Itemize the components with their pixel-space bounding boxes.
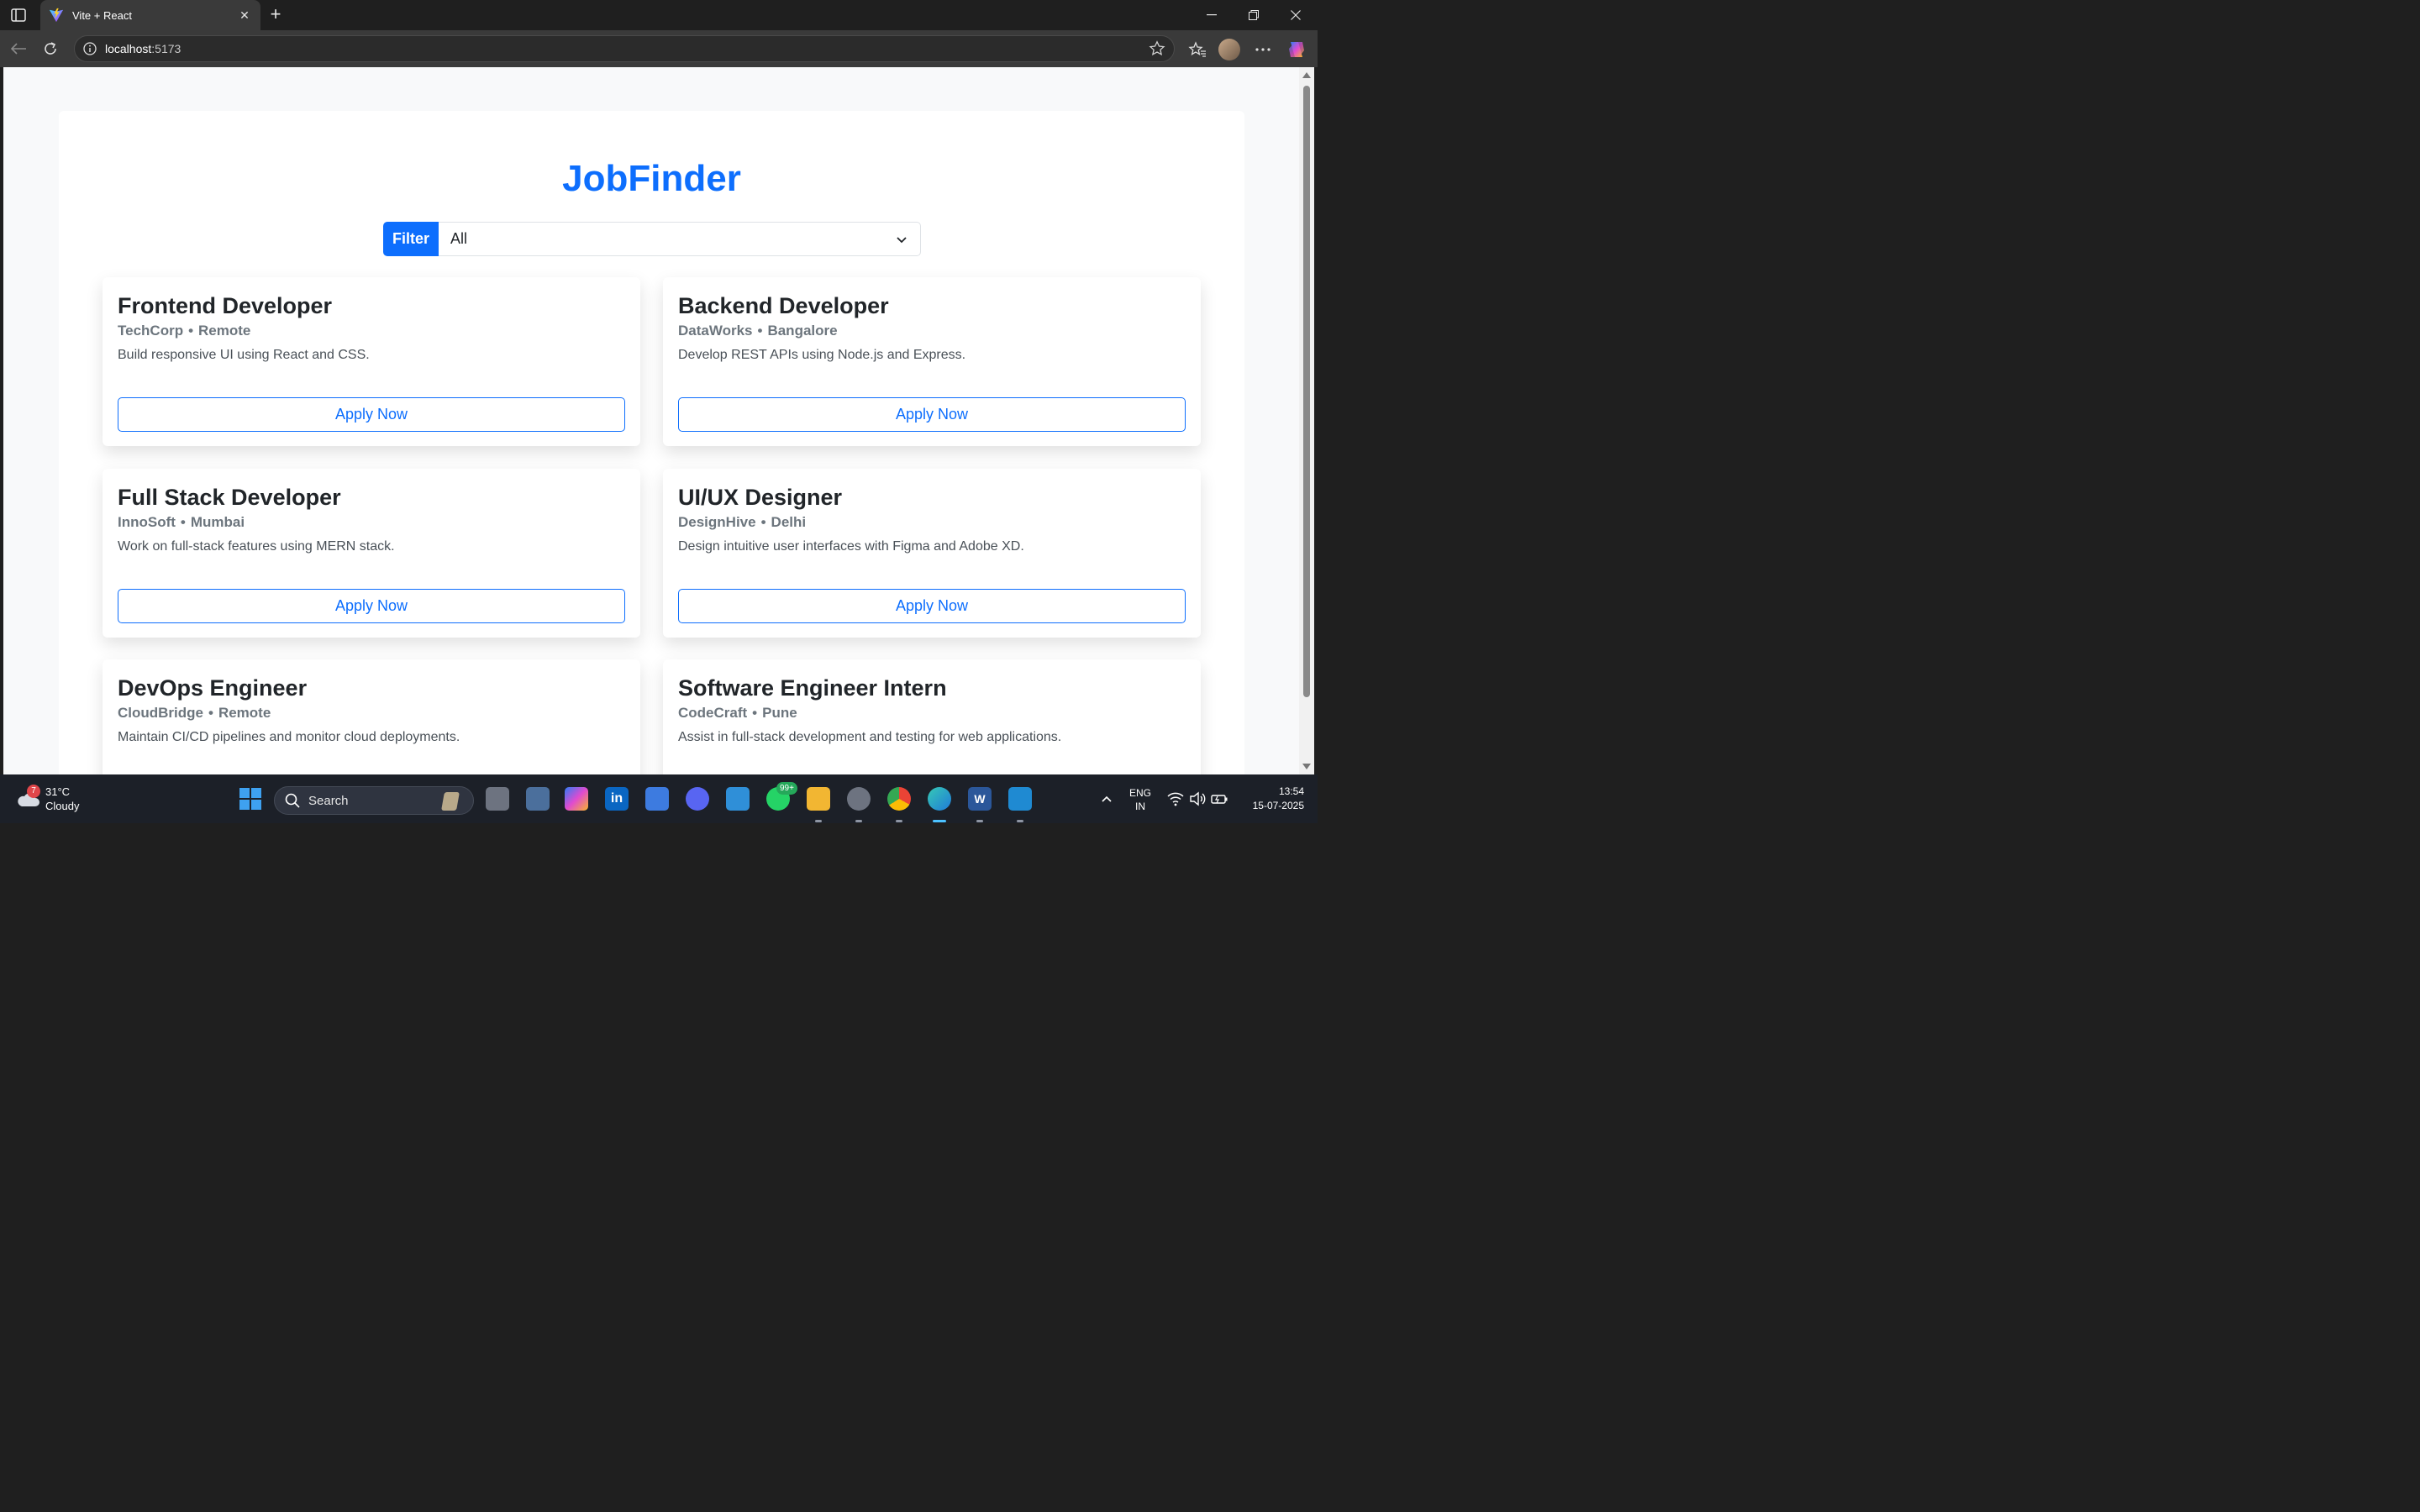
apply-now-button[interactable]: Apply Now <box>118 589 625 623</box>
clock-time: 13:54 <box>1278 785 1304 797</box>
job-description: Design intuitive user interfaces with Fi… <box>678 539 1024 554</box>
volume-icon[interactable] <box>1188 790 1207 808</box>
file-explorer-icon[interactable] <box>807 787 830 811</box>
chevron-down-icon <box>897 237 907 244</box>
browser-titlebar: Vite + React ✕ + <box>0 0 1318 30</box>
edge-icon[interactable] <box>928 787 951 811</box>
copilot-app-icon[interactable] <box>565 787 588 811</box>
page-title: JobFinder <box>562 158 741 199</box>
job-description: Maintain CI/CD pipelines and monitor clo… <box>118 730 460 744</box>
job-card: DevOps Engineer CloudBridge • Remote Maint… <box>103 659 640 774</box>
apply-now-button[interactable]: Apply Now <box>678 589 1186 623</box>
chrome-icon[interactable] <box>887 787 911 811</box>
taskbar-search[interactable]: Search <box>274 786 474 815</box>
scroll-up-arrow-icon[interactable] <box>1302 72 1311 78</box>
favorites-icon[interactable] <box>1186 39 1208 60</box>
tab-title: Vite + React <box>72 8 132 22</box>
favorite-star-icon[interactable] <box>1149 40 1165 61</box>
settings-gear-icon[interactable] <box>847 787 871 811</box>
vite-logo-icon <box>49 8 64 23</box>
job-card: Full Stack Developer InnoSoft • Mumbai Wor… <box>103 469 640 638</box>
language-indicator[interactable]: ENG IN <box>1129 786 1151 813</box>
discord-icon[interactable] <box>686 787 709 811</box>
running-indicator <box>896 820 902 822</box>
clock-date: 15-07-2025 <box>1252 800 1304 811</box>
more-options-icon[interactable] <box>1252 39 1274 60</box>
minimize-icon[interactable] <box>1200 5 1223 25</box>
weather-temp: 31°C <box>45 785 71 798</box>
filter-group: Filter All <box>383 222 921 256</box>
site-info-icon[interactable] <box>83 42 97 55</box>
notepad-icon[interactable] <box>726 787 750 811</box>
filter-select[interactable]: All <box>439 222 921 256</box>
task-view-icon[interactable] <box>486 787 509 811</box>
filter-selected-value: All <box>450 230 468 247</box>
wifi-icon[interactable] <box>1166 790 1185 808</box>
scroll-down-arrow-icon[interactable] <box>1302 764 1311 769</box>
job-description: Assist in full-stack development and tes… <box>678 730 1062 744</box>
job-meta: DesignHive • Delhi <box>678 514 807 530</box>
job-meta: DataWorks • Bangalore <box>678 323 838 339</box>
job-title: Backend Developer <box>678 293 889 318</box>
vscode-icon[interactable] <box>1008 787 1032 811</box>
close-window-icon[interactable] <box>1284 5 1307 25</box>
running-indicator <box>855 820 862 822</box>
battery-icon[interactable] <box>1210 790 1228 808</box>
copilot-icon[interactable] <box>1286 39 1307 60</box>
back-arrow-icon[interactable] <box>8 39 29 59</box>
job-meta: TechCorp • Remote <box>118 323 251 339</box>
job-title: UI/UX Designer <box>678 485 843 510</box>
url-text: localhost:5173 <box>105 42 182 55</box>
windows-taskbar: 7 31°C Cloudy Search in 99+ W ENG IN 13:… <box>0 774 1318 823</box>
search-icon <box>285 793 300 808</box>
microsoft-store-icon[interactable] <box>645 787 669 811</box>
apply-now-button[interactable]: Apply Now <box>118 397 625 432</box>
whatsapp-icon[interactable]: 99+ <box>766 782 797 811</box>
job-title: Frontend Developer <box>118 293 333 318</box>
job-card: UI/UX Designer DesignHive • Delhi Design i… <box>663 469 1201 638</box>
job-meta: CodeCraft • Pune <box>678 705 797 721</box>
cloud-icon: 7 <box>15 785 40 808</box>
weather-badge: 7 <box>27 785 40 798</box>
page-viewport: JobFinder Filter All Frontend Developer … <box>3 67 1299 774</box>
tab-actions-icon[interactable] <box>7 5 30 25</box>
scrollbar-thumb[interactable] <box>1303 86 1310 697</box>
job-description: Build responsive UI using React and CSS. <box>118 348 370 362</box>
running-indicator <box>815 820 822 822</box>
job-title: DevOps Engineer <box>118 675 308 701</box>
page-scrollbar[interactable] <box>1299 67 1314 774</box>
browser-toolbar: localhost:5173 <box>0 30 1318 67</box>
tab-close-icon[interactable]: ✕ <box>237 8 252 23</box>
reload-icon[interactable] <box>40 39 60 59</box>
running-indicator <box>1017 820 1023 822</box>
job-description: Work on full-stack features using MERN s… <box>118 539 395 554</box>
weather-widget[interactable]: 7 31°C Cloudy <box>15 785 79 813</box>
search-highlight-icon <box>441 792 460 811</box>
filter-label: Filter <box>383 222 439 256</box>
job-meta: CloudBridge • Remote <box>118 705 271 721</box>
linkedin-icon[interactable]: in <box>605 787 629 811</box>
job-card: Frontend Developer TechCorp • Remote Build… <box>103 277 640 446</box>
job-card: Backend Developer DataWorks • Bangalore De… <box>663 277 1201 446</box>
job-card: Software Engineer Intern CodeCraft • Pune … <box>663 659 1201 774</box>
job-title: Software Engineer Intern <box>678 675 947 701</box>
word-icon[interactable]: W <box>968 787 992 811</box>
profile-avatar[interactable] <box>1218 39 1240 60</box>
job-meta: InnoSoft • Mumbai <box>118 514 245 530</box>
running-indicator-active <box>933 820 946 822</box>
address-bar[interactable]: localhost:5173 <box>74 35 1175 62</box>
whatsapp-badge: 99+ <box>776 782 797 795</box>
windows-start-icon[interactable] <box>239 787 262 811</box>
apply-now-button[interactable]: Apply Now <box>678 397 1186 432</box>
browser-tab-active[interactable]: Vite + React ✕ <box>40 0 260 30</box>
system-clock[interactable]: 13:54 15-07-2025 <box>1253 785 1304 813</box>
job-title: Full Stack Developer <box>118 485 341 510</box>
calculator-icon[interactable] <box>526 787 550 811</box>
restore-icon[interactable] <box>1242 5 1265 25</box>
weather-desc: Cloudy <box>45 800 80 812</box>
chevron-up-icon[interactable] <box>1097 790 1116 808</box>
new-tab-button[interactable]: + <box>266 5 286 25</box>
job-description: Develop REST APIs using Node.js and Expr… <box>678 348 966 362</box>
running-indicator <box>976 820 983 822</box>
